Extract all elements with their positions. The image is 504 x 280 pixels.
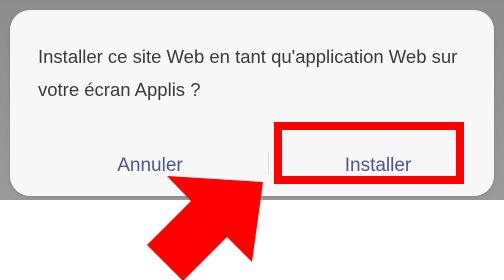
cancel-button[interactable]: Annuler xyxy=(40,140,260,192)
install-highlight-box xyxy=(274,122,464,184)
dialog-message: Installer ce site Web en tant qu'applica… xyxy=(38,46,458,100)
button-divider xyxy=(268,152,269,174)
